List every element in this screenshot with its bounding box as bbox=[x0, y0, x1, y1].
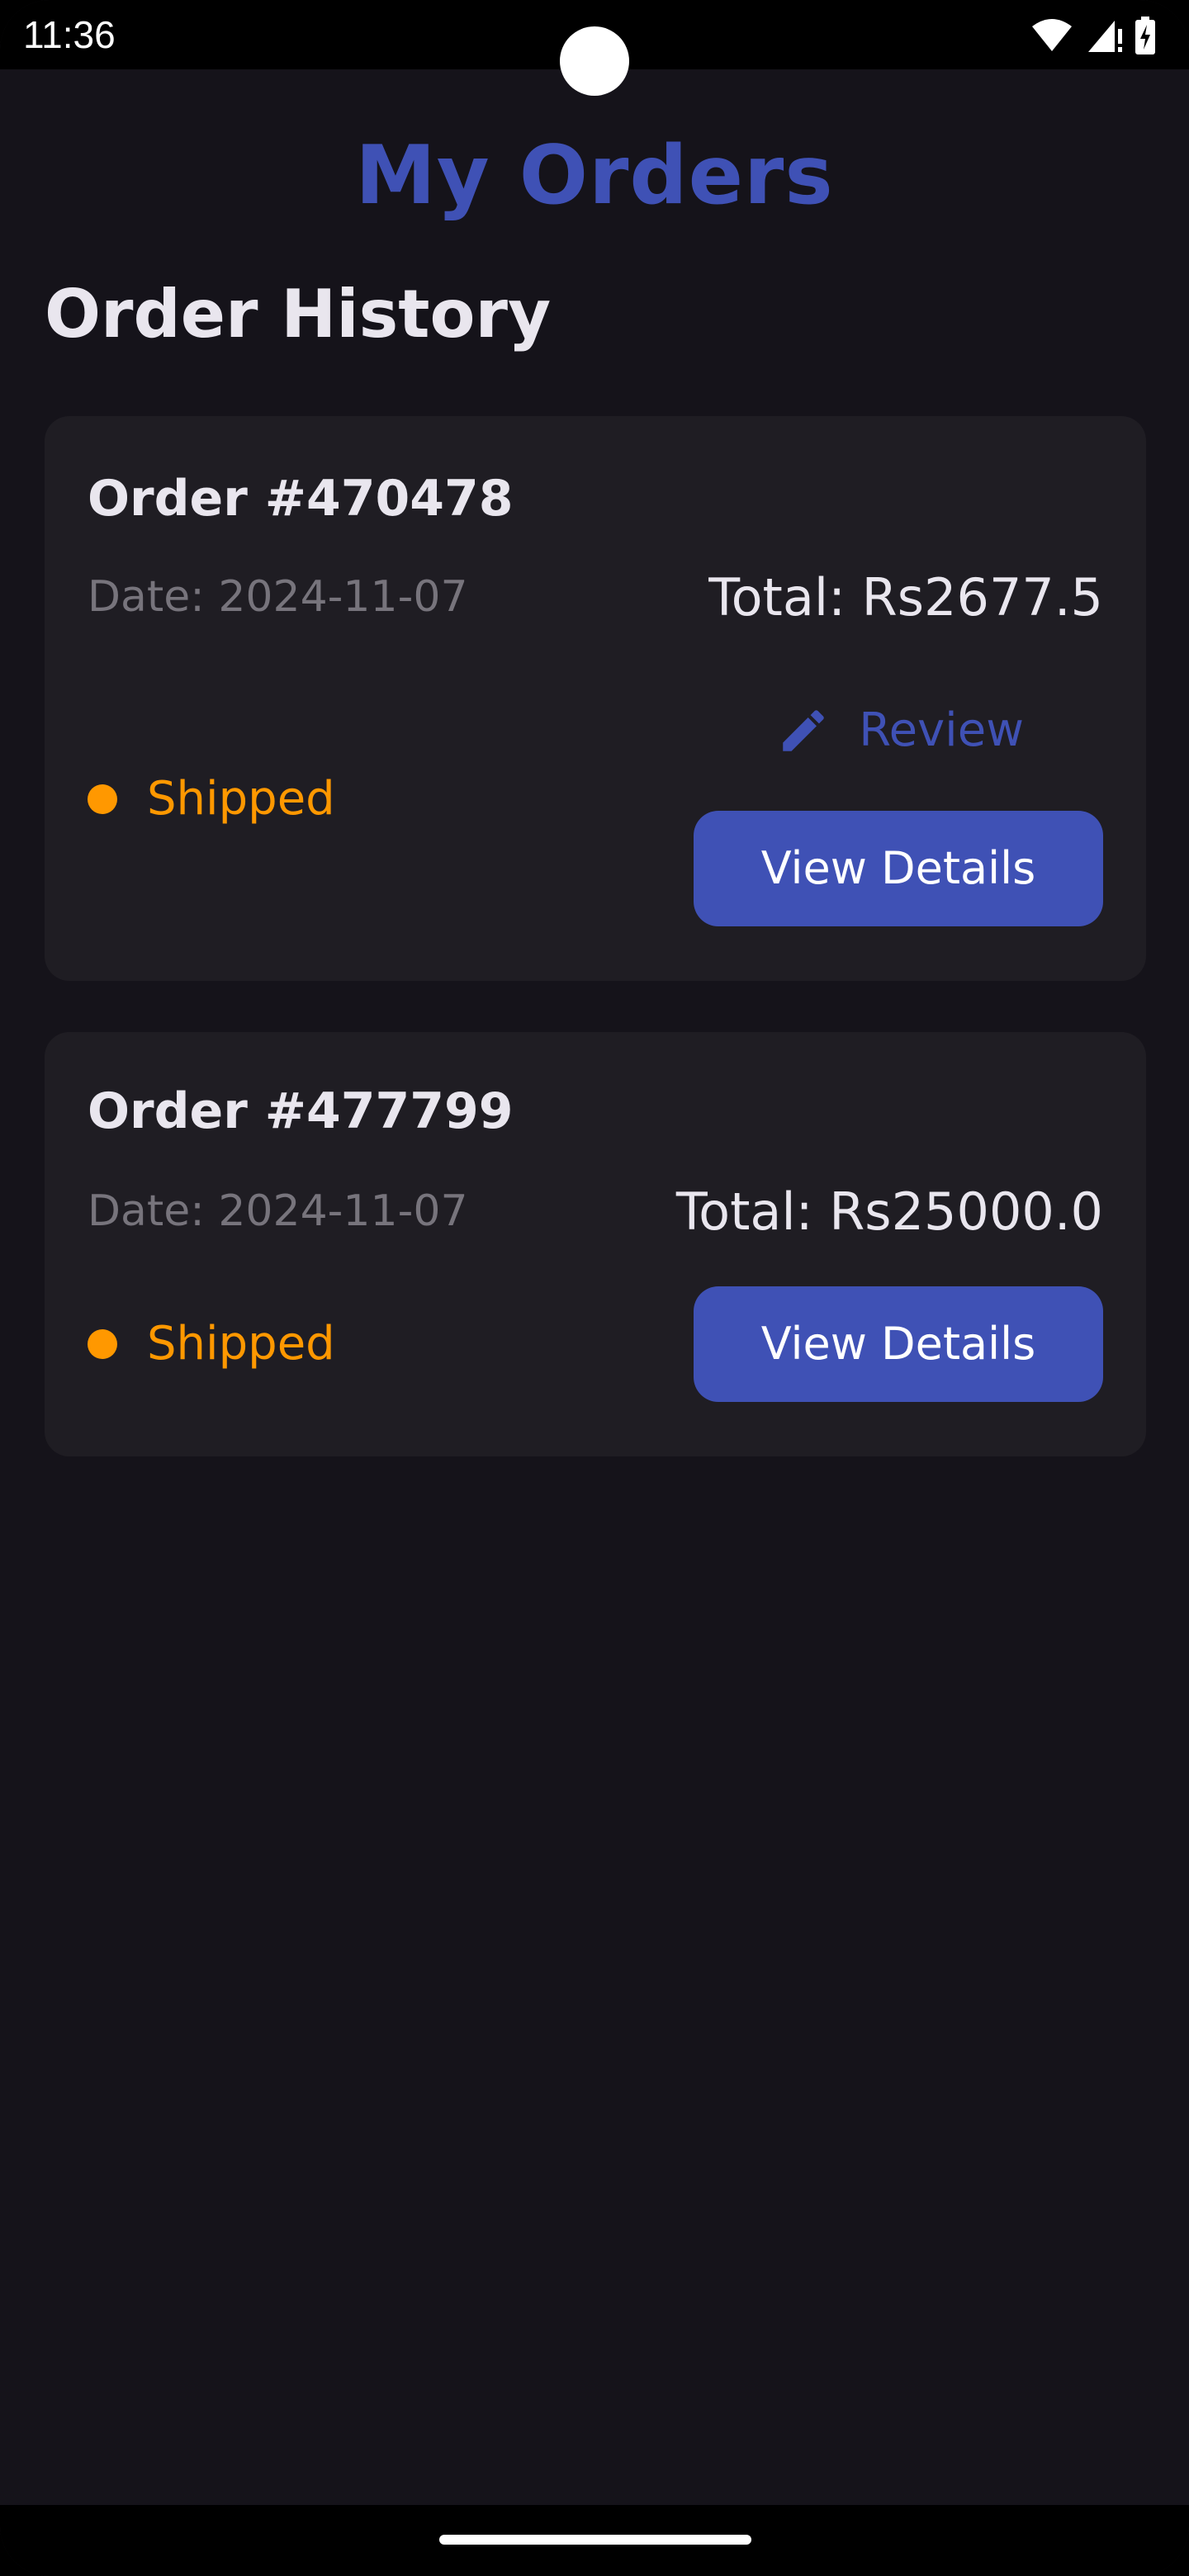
view-details-button[interactable]: View Details bbox=[694, 1286, 1103, 1402]
order-status: Shipped bbox=[88, 1311, 335, 1377]
status-dot-icon bbox=[88, 1329, 117, 1359]
page-title: My Orders bbox=[355, 129, 834, 223]
status-text: Shipped bbox=[147, 1317, 335, 1371]
app-screen: 11:36 My Orders Order History Order #470… bbox=[0, 0, 1189, 2576]
status-time: 11:36 bbox=[23, 13, 116, 56]
signal-icon bbox=[1085, 17, 1123, 54]
camera-cutout bbox=[560, 26, 629, 96]
status-bar: 11:36 bbox=[0, 0, 1189, 96]
review-label: Review bbox=[859, 703, 1024, 757]
home-indicator[interactable] bbox=[439, 2535, 751, 2545]
review-button[interactable]: Review bbox=[776, 694, 1024, 768]
pencil-icon bbox=[776, 703, 859, 758]
order-date: Date: 2024-11-07 bbox=[88, 572, 468, 622]
order-date: Date: 2024-11-07 bbox=[88, 1186, 468, 1236]
battery-charging-icon bbox=[1135, 17, 1156, 54]
order-number: Order #470478 bbox=[88, 470, 514, 528]
order-number: Order #477799 bbox=[88, 1082, 514, 1140]
status-dot-icon bbox=[88, 784, 117, 814]
section-title: Order History bbox=[45, 276, 552, 353]
navigation-bar bbox=[0, 2505, 1189, 2576]
status-text: Shipped bbox=[147, 772, 335, 826]
status-icons bbox=[1030, 15, 1156, 56]
view-details-button[interactable]: View Details bbox=[694, 811, 1103, 926]
order-card: Order #477799 Date: 2024-11-07 Total: Rs… bbox=[45, 1032, 1146, 1456]
wifi-icon bbox=[1030, 18, 1073, 53]
order-status: Shipped bbox=[88, 766, 335, 832]
order-card: Order #470478 Date: 2024-11-07 Total: Rs… bbox=[45, 416, 1146, 981]
order-total: Total: Rs25000.0 bbox=[675, 1181, 1103, 1242]
order-total: Total: Rs2677.5 bbox=[708, 567, 1103, 627]
